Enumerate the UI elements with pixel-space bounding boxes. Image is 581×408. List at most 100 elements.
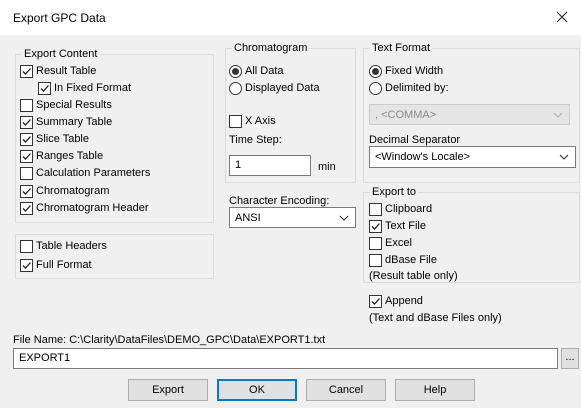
dbase-file-checkbox[interactable]: dBase File (369, 253, 437, 267)
checkbox-label: Table Headers (36, 240, 107, 252)
checkmark-icon (22, 118, 31, 126)
close-icon[interactable] (552, 7, 572, 27)
checkbox-box (20, 166, 33, 180)
excel-checkbox[interactable]: Excel (369, 236, 412, 250)
ok-button[interactable]: OK (217, 379, 297, 401)
decimal-separator-label: Decimal Separator (369, 134, 461, 146)
checkbox-label: dBase File (385, 254, 437, 266)
clipboard-checkbox[interactable]: Clipboard (369, 202, 432, 216)
checkbox-label: Text File (385, 220, 426, 232)
text-file-checkbox[interactable]: Text File (369, 219, 426, 233)
in-fixed-format-checkbox[interactable]: In Fixed Format (38, 81, 131, 95)
radio-label: Fixed Width (385, 65, 444, 77)
calculation-parameters-checkbox[interactable]: Calculation Parameters (20, 166, 150, 180)
checkbox-box (20, 201, 33, 215)
displayed-data-radio[interactable]: Displayed Data (229, 81, 320, 95)
character-encoding-label: Character Encoding: (229, 195, 330, 207)
x-axis-checkbox[interactable]: X Axis (229, 114, 276, 128)
result-table-only-note: (Result table only) (369, 270, 458, 282)
checkbox-label: Summary Table (36, 116, 113, 128)
ranges-table-checkbox[interactable]: Ranges Table (20, 149, 103, 163)
all-data-radio[interactable]: All Data (229, 64, 284, 78)
chromatogram-legend: Chromatogram (232, 42, 310, 54)
radio-circle (229, 81, 242, 95)
checkmark-icon (22, 152, 31, 160)
checkmark-icon (40, 84, 49, 92)
checkbox-label: Chromatogram Header (36, 202, 149, 214)
delimiter-select[interactable]: , <COMMA> (369, 104, 570, 125)
checkbox-box (369, 219, 382, 233)
full-format-checkbox[interactable]: Full Format (20, 258, 92, 272)
radio-label: All Data (245, 65, 284, 77)
checkmark-icon (22, 204, 31, 212)
checkmark-icon (371, 222, 380, 230)
browse-button[interactable]: ... (561, 348, 579, 369)
cancel-button[interactable]: Cancel (306, 379, 386, 401)
checkbox-box (20, 149, 33, 163)
checkbox-box (369, 253, 382, 267)
special-results-checkbox[interactable]: Special Results (20, 98, 112, 112)
checkbox-box (20, 239, 33, 253)
checkbox-label: Chromatogram (36, 185, 110, 197)
file-name-input[interactable]: EXPORT1 (13, 348, 558, 369)
delimiter-value: , <COMMA> (375, 109, 437, 121)
result-table-checkbox[interactable]: Result Table (20, 64, 96, 78)
radio-dot (232, 67, 239, 75)
title-bar: Export GPC Data (0, 0, 581, 35)
append-checkbox[interactable]: Append (369, 294, 423, 308)
checkbox-label: In Fixed Format (54, 82, 132, 94)
character-encoding-value: ANSI (235, 212, 261, 224)
checkbox-box (20, 184, 33, 198)
decimal-separator-select[interactable]: <Window's Locale> (369, 146, 576, 168)
checkbox-box (38, 81, 51, 95)
table-headers-checkbox[interactable]: Table Headers (20, 239, 107, 253)
export-to-legend: Export to (370, 186, 419, 198)
window-title: Export GPC Data (13, 11, 106, 25)
append-note: (Text and dBase Files only) (369, 312, 502, 324)
time-step-unit: min (318, 161, 336, 173)
checkbox-label: Calculation Parameters (36, 167, 151, 179)
checkbox-box (20, 115, 33, 129)
radio-circle (369, 64, 382, 78)
checkbox-box (369, 236, 382, 250)
radio-circle (229, 64, 242, 78)
chromatogram-header-checkbox[interactable]: Chromatogram Header (20, 201, 149, 215)
summary-table-checkbox[interactable]: Summary Table (20, 115, 112, 129)
checkbox-label: Special Results (36, 99, 112, 111)
checkbox-box (369, 294, 382, 308)
checkbox-box (20, 64, 33, 78)
checkbox-label: Excel (385, 237, 412, 249)
radio-circle (369, 81, 382, 95)
checkbox-box (369, 202, 382, 216)
delimited-by-radio[interactable]: Delimited by: (369, 81, 449, 95)
character-encoding-select[interactable]: ANSI (229, 207, 356, 228)
export-content-legend: Export Content (22, 48, 100, 60)
text-format-legend: Text Format (370, 42, 433, 54)
checkbox-label: Clipboard (385, 203, 433, 215)
checkbox-label: Slice Table (36, 133, 89, 145)
chevron-down-icon (553, 112, 563, 118)
radio-label: Displayed Data (245, 82, 320, 94)
checkbox-label: Result Table (36, 65, 97, 77)
checkbox-box (20, 98, 33, 112)
checkbox-box (20, 132, 33, 146)
export-button[interactable]: Export (128, 379, 208, 401)
chevron-down-icon (339, 215, 349, 221)
checkmark-icon (22, 261, 31, 269)
time-step-input[interactable]: 1 (229, 155, 311, 176)
checkbox-box (20, 258, 33, 272)
slice-table-checkbox[interactable]: Slice Table (20, 132, 89, 146)
file-name-label: File Name: C:\Clarity\DataFiles\DEMO_GPC… (13, 334, 326, 346)
checkmark-icon (22, 187, 31, 195)
checkbox-label: Full Format (36, 259, 92, 271)
chevron-down-icon (559, 154, 569, 160)
time-step-label: Time Step: (229, 134, 282, 146)
checkbox-label: Ranges Table (36, 150, 104, 162)
checkbox-box (229, 114, 242, 128)
help-button[interactable]: Help (395, 379, 475, 401)
fixed-width-radio[interactable]: Fixed Width (369, 64, 443, 78)
radio-dot (372, 67, 379, 75)
decimal-separator-value: <Window's Locale> (375, 151, 471, 163)
checkmark-icon (371, 297, 380, 305)
chromatogram-checkbox[interactable]: Chromatogram (20, 184, 109, 198)
